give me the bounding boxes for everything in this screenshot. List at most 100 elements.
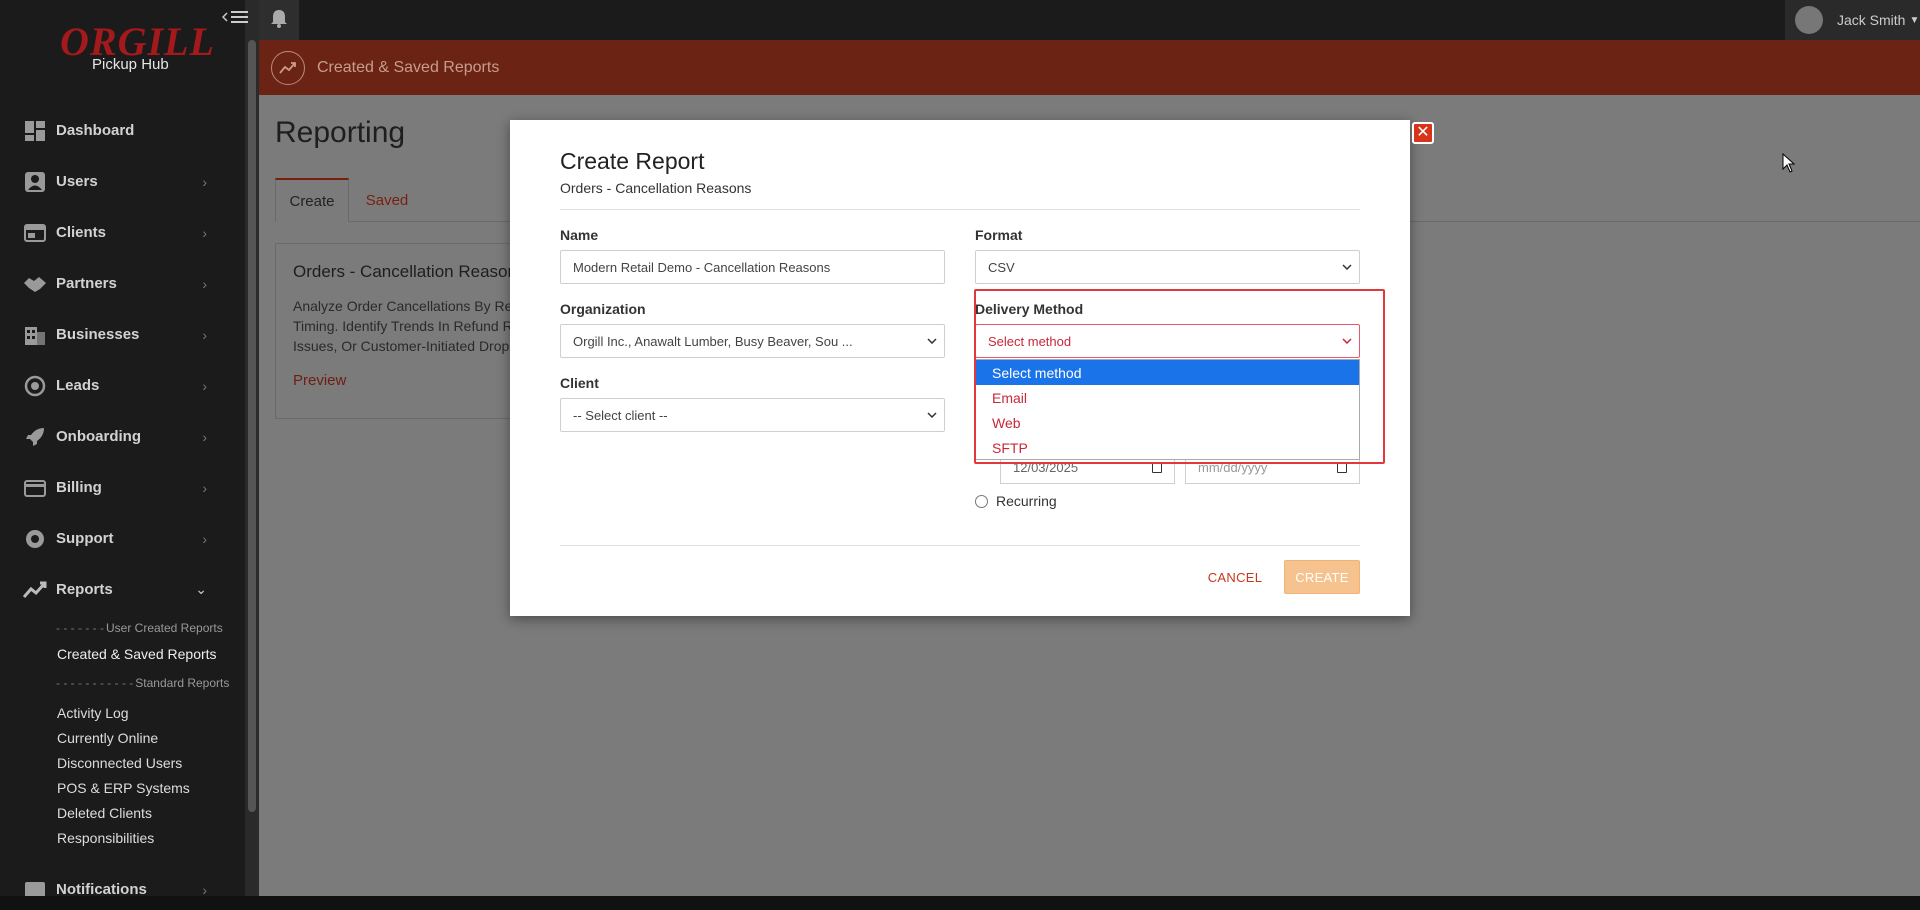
lifebuoy-icon xyxy=(22,526,48,552)
submenu-separator-label: User Created Reports xyxy=(105,621,223,635)
avatar xyxy=(1795,6,1823,34)
sidebar-item-support[interactable]: Support › xyxy=(0,513,245,564)
submenu-item-activity-log[interactable]: Activity Log xyxy=(0,700,245,725)
format-select[interactable]: CSV xyxy=(975,250,1360,284)
create-report-modal: Create Report Orders - Cancellation Reas… xyxy=(510,120,1410,616)
dashboard-icon xyxy=(22,118,48,144)
sidebar-nav: Dashboard Users › Clients › Partners › B… xyxy=(0,105,245,896)
organization-select[interactable]: Orgill Inc., Anawalt Lumber, Busy Beaver… xyxy=(560,324,945,358)
organization-label: Organization xyxy=(560,301,646,317)
tab-create[interactable]: Create xyxy=(275,178,349,222)
submenu-separator: - - - - - - - - - - - Standard Reports xyxy=(56,676,230,690)
user-menu[interactable]: Jack Smith ▼ xyxy=(1785,0,1920,40)
sidebar-item-billing[interactable]: Billing › xyxy=(0,462,245,513)
sidebar-item-label: Billing xyxy=(56,479,102,496)
notifications-button[interactable] xyxy=(259,0,299,40)
trend-icon xyxy=(271,50,305,85)
submenu-item-disconnected-users[interactable]: Disconnected Users xyxy=(0,750,245,775)
sidebar-item-label: Users xyxy=(56,173,98,190)
rocket-icon xyxy=(22,424,48,450)
client-value: -- Select client -- xyxy=(573,407,668,423)
screen-bottom-bar xyxy=(0,896,1920,910)
sidebar-item-users[interactable]: Users › xyxy=(0,156,245,207)
recurring-radio[interactable] xyxy=(975,494,988,508)
banner-title: Created & Saved Reports xyxy=(317,58,500,76)
sidebar-item-label: Notifications xyxy=(56,881,147,896)
create-button[interactable]: CREATE xyxy=(1284,560,1360,594)
sidebar-item-onboarding[interactable]: Onboarding › xyxy=(0,411,245,462)
brand: ORGILL Pickup Hub xyxy=(0,0,245,92)
chevron-right-icon: › xyxy=(202,224,207,241)
cancel-button[interactable]: CANCEL xyxy=(1200,560,1270,594)
sidebar-item-label: Reports xyxy=(56,581,113,598)
divider xyxy=(560,545,1360,546)
caret-down-icon: ▼ xyxy=(1909,14,1920,26)
chevron-right-icon: › xyxy=(202,275,207,292)
submenu-separator: - - - - - - - User Created Reports xyxy=(56,621,223,635)
brand-subtitle: Pickup Hub xyxy=(92,56,169,73)
chevron-down-icon xyxy=(926,335,938,347)
name-input[interactable]: Modern Retail Demo - Cancellation Reason… xyxy=(560,250,945,284)
handshake-icon xyxy=(22,271,48,297)
submenu-item-currently-online[interactable]: Currently Online xyxy=(0,725,245,750)
chart-icon xyxy=(22,577,48,603)
notifications-icon xyxy=(22,877,48,896)
recurring-option[interactable]: Recurring xyxy=(975,493,1057,509)
submenu-item-created-saved-reports[interactable]: Created & Saved Reports xyxy=(0,641,245,666)
calendar-icon xyxy=(1152,463,1162,473)
sidebar-item-reports[interactable]: Reports ⌄ xyxy=(0,564,245,615)
top-bar: Jack Smith ▼ xyxy=(259,0,1920,40)
recurring-label: Recurring xyxy=(996,493,1057,509)
sidebar-item-label: Businesses xyxy=(56,326,140,343)
sidebar-item-label: Leads xyxy=(56,377,100,394)
card-icon xyxy=(22,475,48,501)
sidebar-collapse-button[interactable] xyxy=(221,8,256,30)
user-name: Jack Smith xyxy=(1837,12,1906,28)
format-label: Format xyxy=(975,227,1023,243)
chevron-right-icon: › xyxy=(202,881,207,897)
building-icon xyxy=(22,322,48,348)
client-select[interactable]: -- Select client -- xyxy=(560,398,945,432)
chevron-down-icon xyxy=(1341,261,1353,273)
page-banner: Created & Saved Reports xyxy=(259,40,1920,95)
page-title: Reporting xyxy=(275,116,406,149)
highlight-box xyxy=(974,289,1385,464)
chevron-right-icon: › xyxy=(202,479,207,496)
sidebar-item-notifications[interactable]: Notifications › xyxy=(0,864,245,896)
sidebar-item-businesses[interactable]: Businesses › xyxy=(0,309,245,360)
chevron-right-icon: › xyxy=(202,173,207,190)
sidebar-item-label: Clients xyxy=(56,224,107,241)
organization-value: Orgill Inc., Anawalt Lumber, Busy Beaver… xyxy=(573,333,853,349)
collapse-menu-icon xyxy=(221,9,252,29)
sidebar-item-dashboard[interactable]: Dashboard xyxy=(0,105,245,156)
sidebar-item-label: Support xyxy=(56,530,114,547)
modal-title: Create Report xyxy=(560,148,705,174)
sidebar-item-label: Dashboard xyxy=(56,122,135,139)
submenu-item-pos-erp-systems[interactable]: POS & ERP Systems xyxy=(0,775,245,800)
sidebar-item-label: Onboarding xyxy=(56,428,141,445)
sidebar-item-leads[interactable]: Leads › xyxy=(0,360,245,411)
sidebar-item-label: Partners xyxy=(56,275,117,292)
sidebar-scrollbar[interactable] xyxy=(248,40,256,812)
sidebar-item-partners[interactable]: Partners › xyxy=(0,258,245,309)
name-label: Name xyxy=(560,227,599,243)
format-value: CSV xyxy=(988,259,1015,275)
mouse-cursor-icon xyxy=(1782,152,1796,178)
chevron-down-icon xyxy=(926,409,938,421)
chevron-right-icon: › xyxy=(202,428,207,445)
sidebar: ORGILL Pickup Hub Dashboard Users › Clie… xyxy=(0,0,245,896)
target-icon xyxy=(22,373,48,399)
sidebar-item-clients[interactable]: Clients › xyxy=(0,207,245,258)
modal-subtitle: Orders - Cancellation Reasons xyxy=(560,180,752,196)
bell-icon xyxy=(269,8,289,33)
chevron-right-icon: › xyxy=(202,530,207,547)
divider xyxy=(560,209,1360,210)
tab-saved[interactable]: Saved xyxy=(349,178,425,222)
close-icon: ✕ xyxy=(1416,124,1430,141)
calendar-icon xyxy=(1337,463,1347,473)
submenu-separator-label: Standard Reports xyxy=(135,676,230,690)
submenu-item-responsibilities[interactable]: Responsibilities xyxy=(0,825,245,850)
client-label: Client xyxy=(560,375,599,391)
submenu-item-deleted-clients[interactable]: Deleted Clients xyxy=(0,800,245,825)
close-modal-button[interactable]: ✕ xyxy=(1412,122,1434,144)
